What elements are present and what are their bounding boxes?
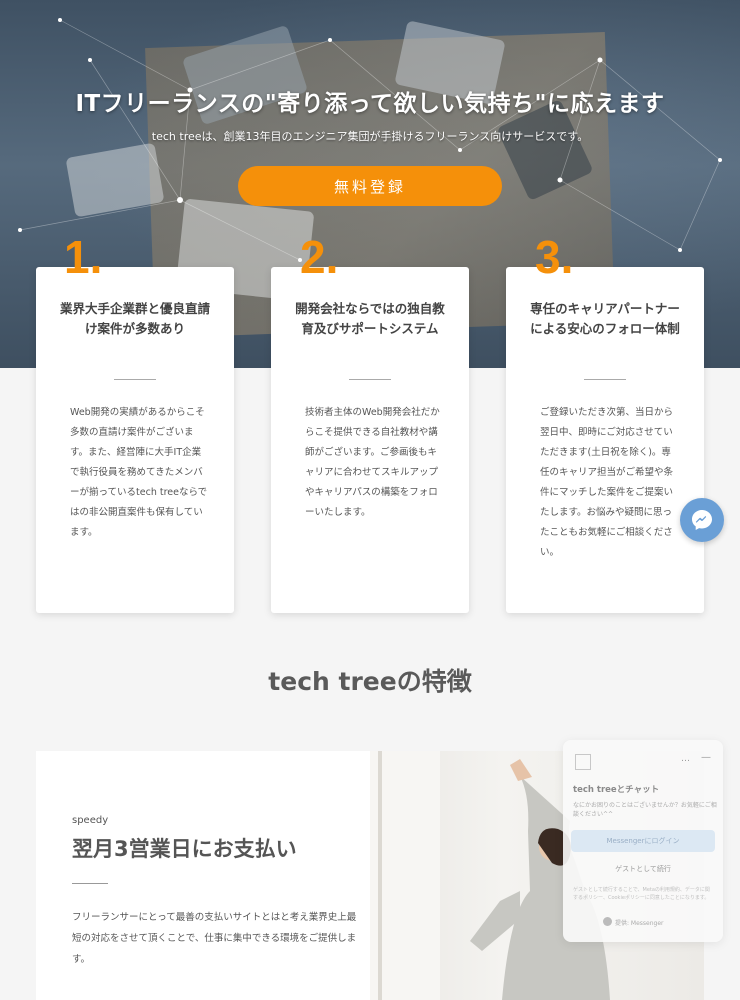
feature-number-1: 1. bbox=[64, 231, 103, 283]
section-title: tech treeの特徴 bbox=[268, 667, 472, 696]
divider bbox=[114, 379, 156, 380]
messenger-small-icon bbox=[603, 917, 612, 926]
feature-label: speedy bbox=[72, 815, 109, 826]
feature-description: Web開発の実績があるからこそ多数の直請け案件がございます。また、経営陣に大手I… bbox=[70, 407, 208, 538]
feature-card-3: 専任のキャリアパートナーによる安心のフォロー体制 ご登録いただき次第、当日から翌… bbox=[506, 267, 704, 613]
feature-card-2: 開発会社ならではの独自教育及びサポートシステム 技術者主体のWeb開発会社だから… bbox=[271, 267, 469, 613]
messenger-login-button[interactable]: Messengerにログイン bbox=[571, 830, 715, 852]
feature-title: 業界大手企業群と優良直請け案件が多数あり bbox=[59, 301, 210, 336]
messenger-chat-button[interactable] bbox=[680, 498, 724, 542]
hero-title: ITフリーランスの"寄り添って欲しい気持ち"に応えます bbox=[75, 91, 665, 117]
messenger-chat-widget: … — tech treeとチャット なにかお困りのことはございませんか？お気軽… bbox=[563, 740, 723, 942]
feature-number-2: 2. bbox=[300, 231, 339, 283]
feature-description: 技術者主体のWeb開発会社だからこそ提供できる自社教材や講師がございます。ご参画… bbox=[305, 407, 440, 518]
feature-title: 開発会社ならではの独自教育及びサポートシステム bbox=[295, 301, 445, 336]
continue-as-guest-button[interactable]: ゲストとして続行 bbox=[571, 858, 715, 880]
more-options-icon[interactable]: … bbox=[681, 754, 690, 764]
chat-description: なにかお困りのことはございませんか？お気軽にご相談ください^^ bbox=[573, 802, 717, 818]
chat-policy-text: ゲストとして続行することで、Metaの利用規約、データに関するポリシー、Cook… bbox=[573, 887, 710, 901]
feature-description: フリーランサーにとって最善の支払いサイトとはと考え業界史上最短の対応をさせて頂く… bbox=[72, 912, 357, 965]
feature-title: 専任のキャリアパートナーによる安心のフォロー体制 bbox=[530, 301, 680, 336]
minimize-icon[interactable]: — bbox=[701, 752, 711, 763]
free-register-button[interactable]: 無料登録 bbox=[238, 166, 502, 206]
chat-title: tech treeとチャット bbox=[573, 785, 660, 795]
feature-number-3: 3. bbox=[535, 231, 574, 283]
speedy-feature-panel: speedy 翌月3営業日にお支払い フリーランサーにとって最善の支払いサイトと… bbox=[36, 751, 370, 1000]
feature-description: ご登録いただき次第、当日から翌日中、即時にご対応させていただきます(土日祝を除く… bbox=[540, 407, 674, 558]
messenger-icon bbox=[692, 510, 712, 530]
divider bbox=[349, 379, 391, 380]
divider bbox=[72, 883, 108, 884]
tech-tree-logo-icon bbox=[575, 754, 591, 770]
divider bbox=[584, 379, 626, 380]
chat-footer: 提供: Messenger bbox=[615, 920, 664, 927]
hero-subtitle: tech treeは、創業13年目のエンジニア集団が手掛けるフリーランス向けサー… bbox=[151, 130, 589, 143]
feature-card-1: 業界大手企業群と優良直請け案件が多数あり Web開発の実績があるからこそ多数の直… bbox=[36, 267, 234, 613]
feature-heading: 翌月3営業日にお支払い bbox=[72, 837, 297, 861]
